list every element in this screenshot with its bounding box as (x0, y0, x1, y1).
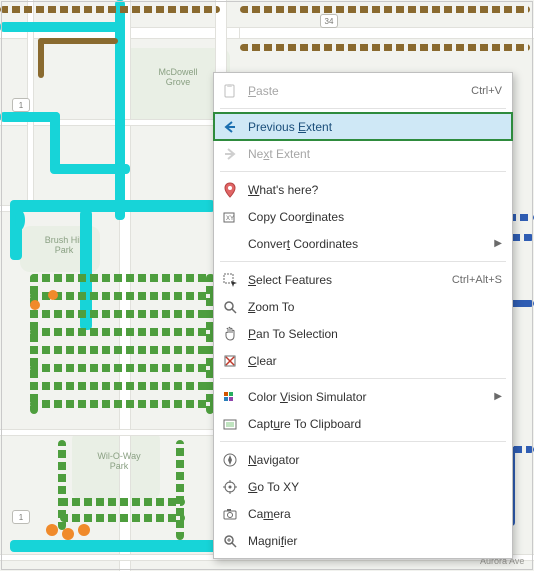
blank-icon (220, 234, 240, 254)
road (240, 28, 534, 38)
route-shield: 1 (12, 98, 30, 112)
feature-line (30, 310, 215, 318)
menu-label: Next Extent (248, 147, 502, 161)
clear-icon (220, 351, 240, 371)
feature-line (30, 274, 215, 282)
feature-line (176, 440, 184, 540)
menu-item-clear[interactable]: Clear Clear (214, 347, 512, 374)
menu-label: Copy Coordinates (248, 210, 502, 224)
camera-icon (220, 504, 240, 524)
menu-item-pan-to-selection[interactable]: Pan To Selection Pan To Selection (214, 320, 512, 347)
menu-label: Previous Extent (248, 120, 502, 134)
zoom-icon (220, 297, 240, 317)
feature-line (60, 514, 185, 522)
menu-separator (220, 378, 506, 379)
menu-label: Convert Coordinates (248, 237, 486, 251)
menu-label: Capture To Clipboard (248, 417, 502, 431)
menu-label: Clear (248, 354, 502, 368)
feature-line (38, 38, 118, 44)
menu-shortcut: Ctrl+V (471, 85, 502, 97)
feature-line (115, 0, 125, 220)
route-shield: 34 (320, 14, 338, 28)
menu-label: Select Features (248, 273, 444, 287)
feature-line (30, 274, 38, 414)
feature-line (10, 200, 22, 260)
menu-item-go-to-xy[interactable]: Go To XY Go To XY (214, 473, 512, 500)
road (0, 430, 230, 435)
feature-node (48, 290, 58, 300)
menu-item-copy-coordinates[interactable]: XY Copy Coordinates Copy Coordinates (214, 203, 512, 230)
menu-item-next-extent: Next Extent Next Extent (214, 140, 512, 167)
menu-item-whats-here[interactable]: What's here? What's here? (214, 176, 512, 203)
menu-label: Navigator (248, 453, 502, 467)
menu-item-select-features[interactable]: Select Features Select Features Ctrl+Alt… (214, 266, 512, 293)
xy-copy-icon: XY (220, 207, 240, 227)
feature-line (10, 540, 230, 552)
menu-item-camera[interactable]: Camera Camera (214, 500, 512, 527)
menu-item-convert-coordinates[interactable]: Convert Coordinates Convert Coordinates … (214, 230, 512, 257)
feature-line (0, 22, 125, 32)
arrow-right-icon (220, 144, 240, 164)
feature-line (50, 112, 60, 172)
menu-label: Go To XY (248, 480, 502, 494)
park-label: Wil-O-WayPark (84, 452, 154, 472)
capture-icon (220, 414, 240, 434)
menu-label: Magnifier (248, 534, 502, 548)
route-shield: 1 (12, 510, 30, 524)
menu-label: PPasteaste (248, 84, 463, 98)
arrow-left-icon (220, 117, 240, 137)
pan-icon (220, 324, 240, 344)
feature-line (30, 382, 215, 390)
compass-icon (220, 450, 240, 470)
feature-node (46, 524, 58, 536)
menu-separator (220, 171, 506, 172)
palette-icon (220, 387, 240, 407)
feature-node (15, 210, 25, 230)
feature-line (50, 164, 130, 174)
feature-line (30, 346, 215, 354)
menu-item-capture-to-clipboard[interactable]: Capture To Clipboard Capture To Clipboar… (214, 410, 512, 437)
feature-line (30, 328, 215, 336)
feature-line (240, 6, 530, 13)
feature-line (60, 498, 185, 506)
chevron-right-icon: ▶ (494, 391, 502, 402)
menu-item-previous-extent[interactable]: Previous Extent Previous Extent (214, 113, 512, 140)
menu-separator (220, 108, 506, 109)
menu-item-color-vision-simulator[interactable]: Color Vision Simulator Color Vision Simu… (214, 383, 512, 410)
menu-label: Camera (248, 507, 502, 521)
feature-node (30, 300, 40, 310)
menu-item-magnifier[interactable]: Magnifier Magnifier (214, 527, 512, 554)
feature-line (38, 38, 44, 78)
magnifier-icon (220, 531, 240, 551)
feature-node (62, 528, 74, 540)
feature-line (0, 6, 220, 13)
select-icon (220, 270, 240, 290)
menu-label: Pan To Selection (248, 327, 502, 341)
menu-item-navigator[interactable]: Navigator Navigator (214, 446, 512, 473)
map-context-menu: PPasteaste Ctrl+V Previous Extent Previo… (213, 72, 513, 559)
chevron-right-icon: ▶ (494, 238, 502, 249)
target-icon (220, 477, 240, 497)
feature-node (78, 524, 90, 536)
feature-line (58, 440, 66, 530)
feature-line (30, 400, 215, 408)
menu-item-zoom-to[interactable]: Zoom To Zoom To (214, 293, 512, 320)
pin-icon (220, 180, 240, 200)
menu-separator (220, 441, 506, 442)
menu-separator (220, 261, 506, 262)
paste-icon (220, 81, 240, 101)
menu-label: What's here? (248, 183, 502, 197)
menu-label: Zoom To (248, 300, 502, 314)
menu-item-paste: PPasteaste Ctrl+V (214, 77, 512, 104)
feature-line (30, 364, 215, 372)
menu-label: Color Vision Simulator (248, 390, 486, 404)
park-label: McDowellGrove (138, 68, 218, 88)
feature-line (240, 44, 530, 51)
feature-line (15, 200, 215, 212)
svg-text:XY: XY (226, 216, 234, 222)
menu-shortcut: Ctrl+Alt+S (452, 274, 502, 286)
